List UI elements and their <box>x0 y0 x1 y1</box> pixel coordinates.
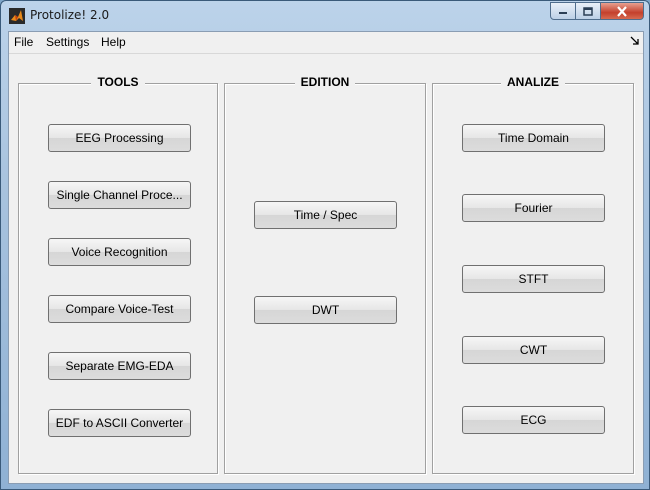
time-spec-button[interactable]: Time / Spec <box>254 201 397 229</box>
close-icon <box>617 5 627 17</box>
maximize-button[interactable] <box>576 2 601 20</box>
menu-settings[interactable]: Settings <box>46 35 89 49</box>
single-channel-processing-button[interactable]: Single Channel Proce... <box>48 181 191 209</box>
edf-to-ascii-converter-button[interactable]: EDF to ASCII Converter <box>48 409 191 437</box>
app-window: Protolize! 2.0 File Settings Help TOOLS <box>0 0 650 490</box>
analize-panel: ANALIZE Time Domain Fourier STFT CWT ECG <box>432 75 634 474</box>
ecg-button[interactable]: ECG <box>462 406 605 434</box>
voice-recognition-button[interactable]: Voice Recognition <box>48 238 191 266</box>
edition-panel-title: EDITION <box>225 75 425 89</box>
menu-bar: File Settings Help <box>9 32 643 54</box>
title-bar[interactable]: Protolize! 2.0 <box>1 1 649 31</box>
edition-panel: EDITION Time / Spec DWT <box>224 75 426 474</box>
minimize-button[interactable] <box>550 2 576 20</box>
window-title: Protolize! 2.0 <box>30 8 110 22</box>
tools-panel: TOOLS EEG Processing Single Channel Proc… <box>18 75 218 474</box>
window-controls <box>550 2 644 22</box>
eeg-processing-button[interactable]: EEG Processing <box>48 124 191 152</box>
dock-arrow-icon[interactable] <box>630 36 639 48</box>
matlab-logo-icon <box>9 8 25 24</box>
dwt-button[interactable]: DWT <box>254 296 397 324</box>
tools-panel-title: TOOLS <box>19 75 217 89</box>
separate-emg-eda-button[interactable]: Separate EMG-EDA <box>48 352 191 380</box>
close-button[interactable] <box>601 2 644 20</box>
menu-file[interactable]: File <box>14 35 33 49</box>
menu-help[interactable]: Help <box>101 35 126 49</box>
stft-button[interactable]: STFT <box>462 265 605 293</box>
minimize-icon <box>559 12 567 14</box>
fourier-button[interactable]: Fourier <box>462 194 605 222</box>
analize-panel-title: ANALIZE <box>433 75 633 89</box>
compare-voice-test-button[interactable]: Compare Voice-Test <box>48 295 191 323</box>
client-area: File Settings Help TOOLS EEG Processing … <box>8 31 644 484</box>
cwt-button[interactable]: CWT <box>462 336 605 364</box>
maximize-icon <box>583 6 593 16</box>
time-domain-button[interactable]: Time Domain <box>462 124 605 152</box>
